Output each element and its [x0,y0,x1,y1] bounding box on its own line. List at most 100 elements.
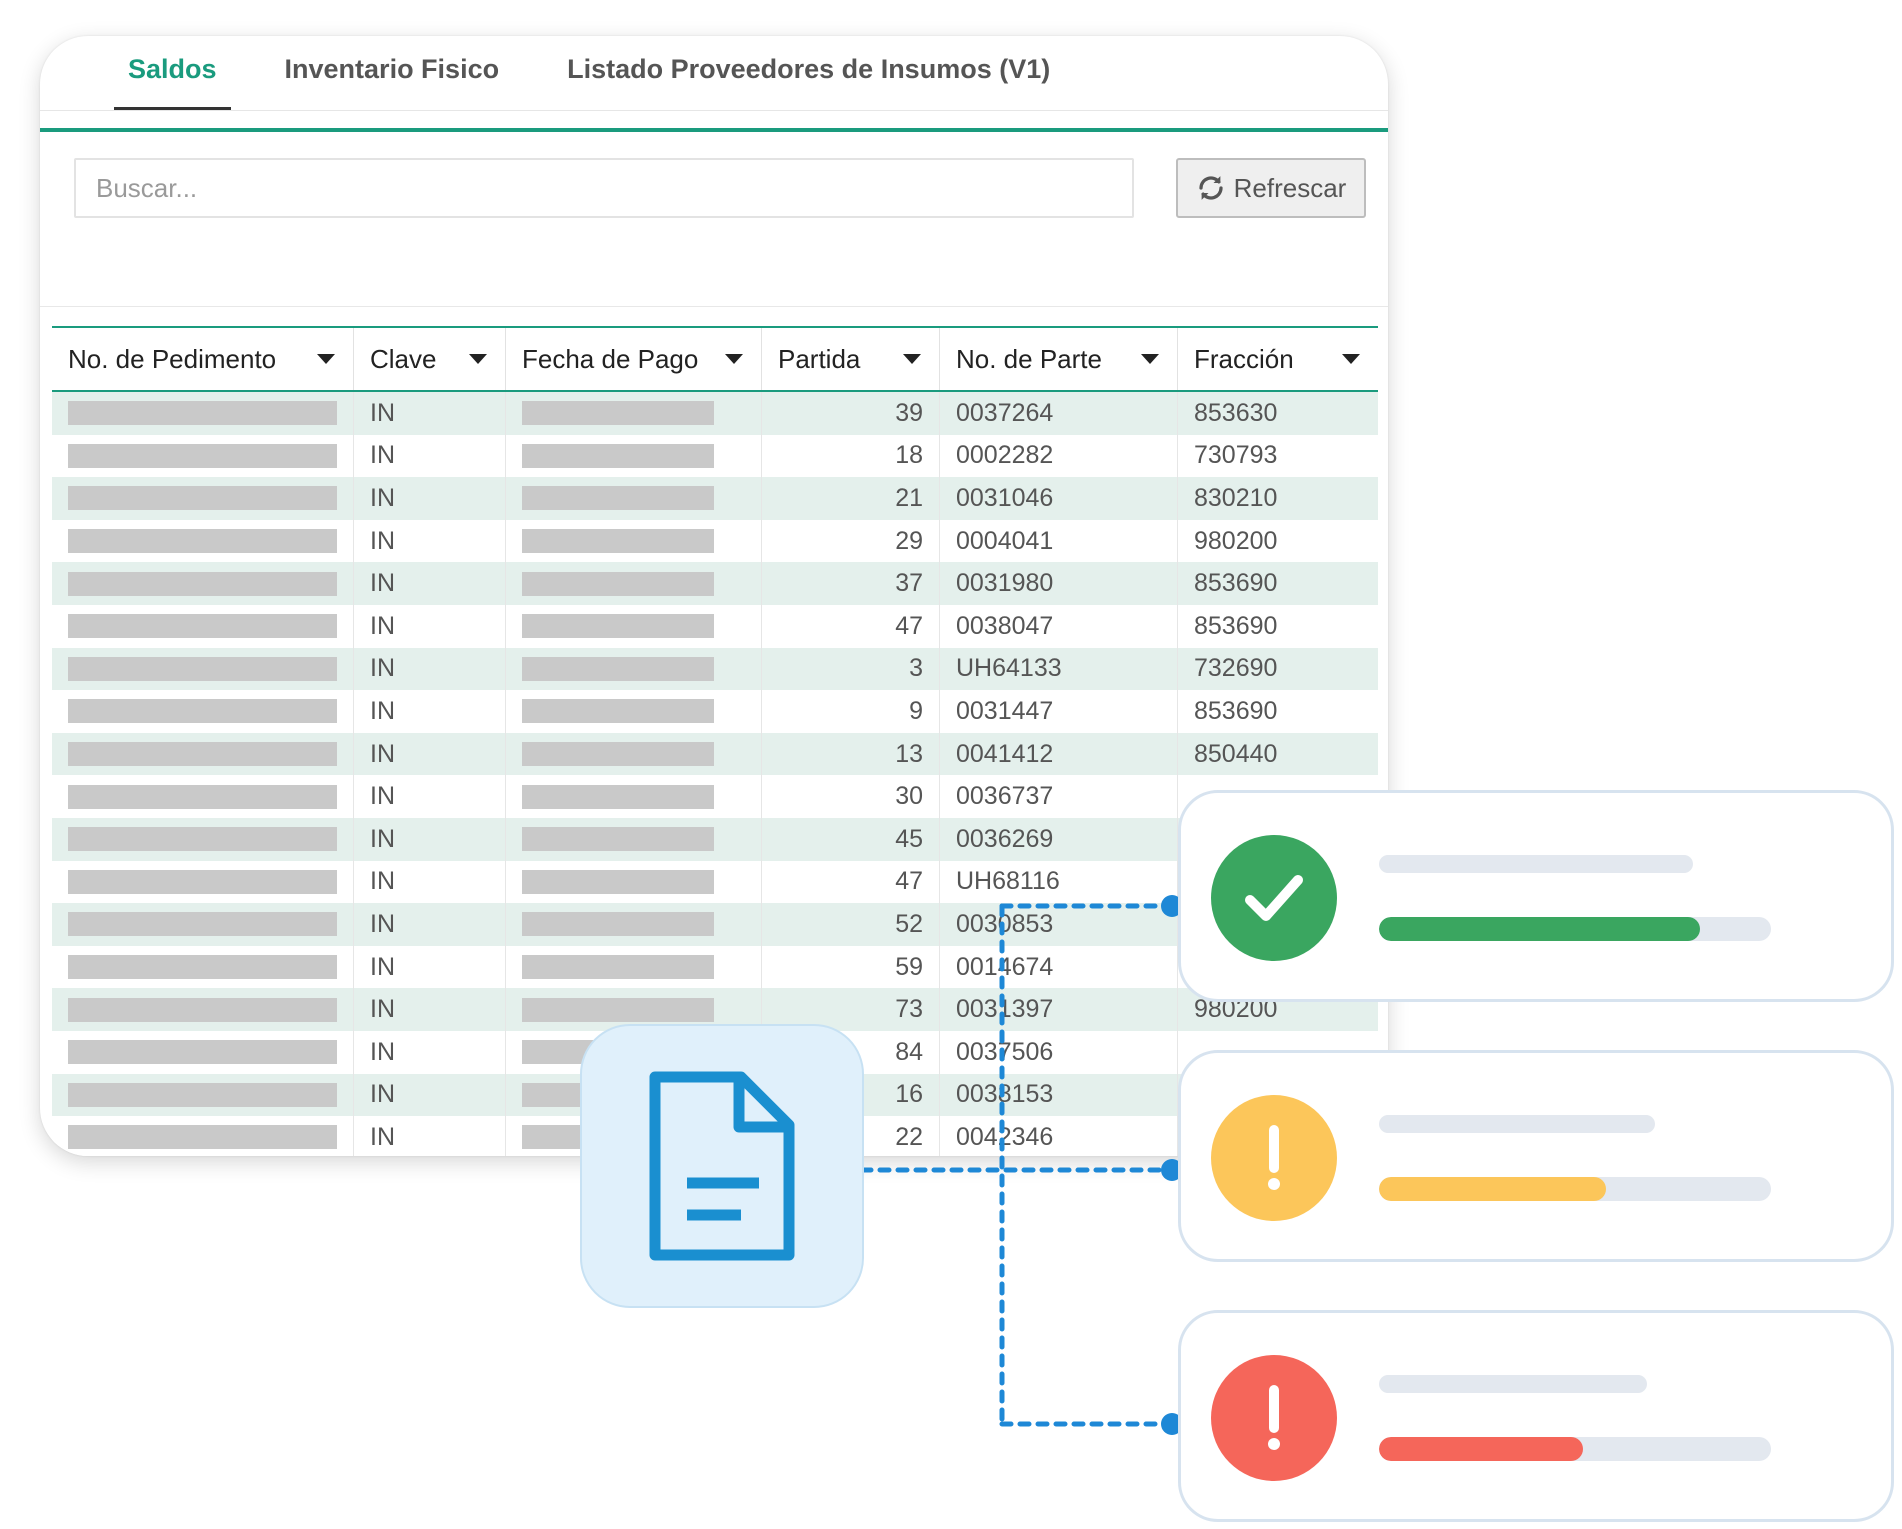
column-header-fecha-de-pago[interactable]: Fecha de Pago [506,328,762,390]
cell-pedimento [52,817,354,861]
cell-no-de-parte: 0002282 [940,434,1178,478]
table-row[interactable]: IN 13 0041412 850440 [52,732,1378,776]
caret-down-icon[interactable] [317,354,335,364]
cell-pedimento [52,775,354,818]
progress-fill-success [1379,917,1701,941]
column-header-clave[interactable]: Clave [354,328,506,390]
divider [40,306,1388,307]
redacted-value [68,869,337,894]
cell-partida: 9 [762,690,940,733]
tab-saldos[interactable]: Saldos [114,36,231,110]
caret-down-icon[interactable] [1141,354,1159,364]
refresh-button[interactable]: Refrescar [1176,158,1366,218]
redacted-value [68,529,337,554]
cell-clave: IN [354,945,506,989]
cell-partida: 47 [762,604,940,648]
cell-pedimento [52,1073,354,1117]
cell-no-de-parte: 0036737 [940,775,1178,818]
status-card-warning [1178,1050,1894,1262]
cell-partida: 18 [762,434,940,478]
document-tile [580,1024,864,1308]
cell-fecha-de-pago [506,817,762,861]
cell-clave: IN [354,860,506,904]
refresh-icon [1199,176,1223,200]
cell-fecha-de-pago [506,604,762,648]
progress-track [1379,1437,1771,1461]
cell-pedimento [52,477,354,520]
cell-clave: IN [354,903,506,946]
cell-no-de-parte: 0038153 [940,1073,1178,1117]
redacted-value [522,443,714,468]
placeholder-line [1379,1375,1647,1393]
column-header-partida[interactable]: Partida [762,328,940,390]
cell-fraccion: 732690 [1194,654,1278,683]
cell-fraccion: 853690 [1194,569,1278,598]
column-header-pedimento[interactable]: No. de Pedimento [52,328,354,390]
redacted-value [522,827,714,852]
cell-no-de-parte: 0031980 [940,562,1178,605]
cell-clave: IN [354,647,506,691]
redacted-value [522,742,714,767]
document-icon [649,1071,795,1261]
progress-track [1379,917,1771,941]
cell-partida: 13 [762,732,940,776]
table-row[interactable]: IN 3 UH64133 732690 [52,647,1378,691]
status-badge-success [1211,835,1337,961]
redacted-value [522,486,714,511]
redacted-value [522,529,714,554]
warning-icon [1268,1125,1280,1190]
cell-clave: IN [354,562,506,605]
tab-inventario-fisico[interactable]: Inventario Fisico [271,36,514,110]
table-row[interactable]: IN 29 0004041 980200 [52,519,1378,563]
table-row[interactable]: IN 30 0036737 [52,775,1378,818]
cell-partida: 37 [762,562,940,605]
search-input[interactable] [74,158,1134,218]
cell-pedimento [52,604,354,648]
refresh-label: Refrescar [1233,172,1347,203]
caret-down-icon[interactable] [469,354,487,364]
table-row[interactable]: IN 9 0031447 853690 [52,690,1378,733]
cell-pedimento [52,1030,354,1074]
cell-partida: 39 [762,392,940,435]
cell-fecha-de-pago [506,647,762,691]
cell-pedimento [52,945,354,989]
cell-clave: IN [354,392,506,435]
tab-listado-proveedores[interactable]: Listado Proveedores de Insumos (V1) [553,36,1064,110]
redacted-value [522,614,714,639]
cell-clave: IN [354,519,506,563]
caret-down-icon[interactable] [725,354,743,364]
cell-no-de-parte: 0037264 [940,392,1178,435]
cell-fecha-de-pago [506,519,762,563]
cell-fraccion: 980200 [1194,526,1278,555]
column-header-fraccion[interactable]: Fracción [1178,328,1378,390]
status-badge-warning [1211,1095,1337,1221]
column-header-no-de-parte[interactable]: No. de Parte [940,328,1178,390]
cell-no-de-parte: 0041412 [940,732,1178,776]
cell-clave: IN [354,775,506,818]
cell-fecha-de-pago [506,860,762,904]
redacted-value [68,1082,337,1107]
progress-fill-warning [1379,1177,1607,1201]
table-row[interactable]: IN 21 0031046 830210 [52,477,1378,520]
cell-fecha-de-pago [506,690,762,733]
cell-partida: 21 [762,477,940,520]
cell-fraccion: 730793 [1194,441,1278,470]
redacted-value [522,699,714,724]
caret-down-icon[interactable] [903,354,921,364]
tab-accent-bar [40,128,1388,132]
cell-pedimento [52,562,354,605]
redacted-value [522,955,714,980]
caret-down-icon[interactable] [1342,354,1360,364]
cell-pedimento [52,647,354,691]
table-row[interactable]: IN 18 0002282 730793 [52,434,1378,478]
redacted-value [522,912,714,937]
tab-bar: Saldos Inventario Fisico Listado Proveed… [40,36,1388,111]
redacted-value [68,955,337,980]
redacted-value [68,656,337,681]
table-row[interactable]: IN 37 0031980 853690 [52,562,1378,605]
cell-fecha-de-pago [506,732,762,776]
redacted-value [522,571,714,596]
table-row[interactable]: IN 47 0038047 853690 [52,604,1378,648]
cell-partida: 59 [762,945,940,989]
table-row[interactable]: IN 39 0037264 853630 [52,392,1378,435]
